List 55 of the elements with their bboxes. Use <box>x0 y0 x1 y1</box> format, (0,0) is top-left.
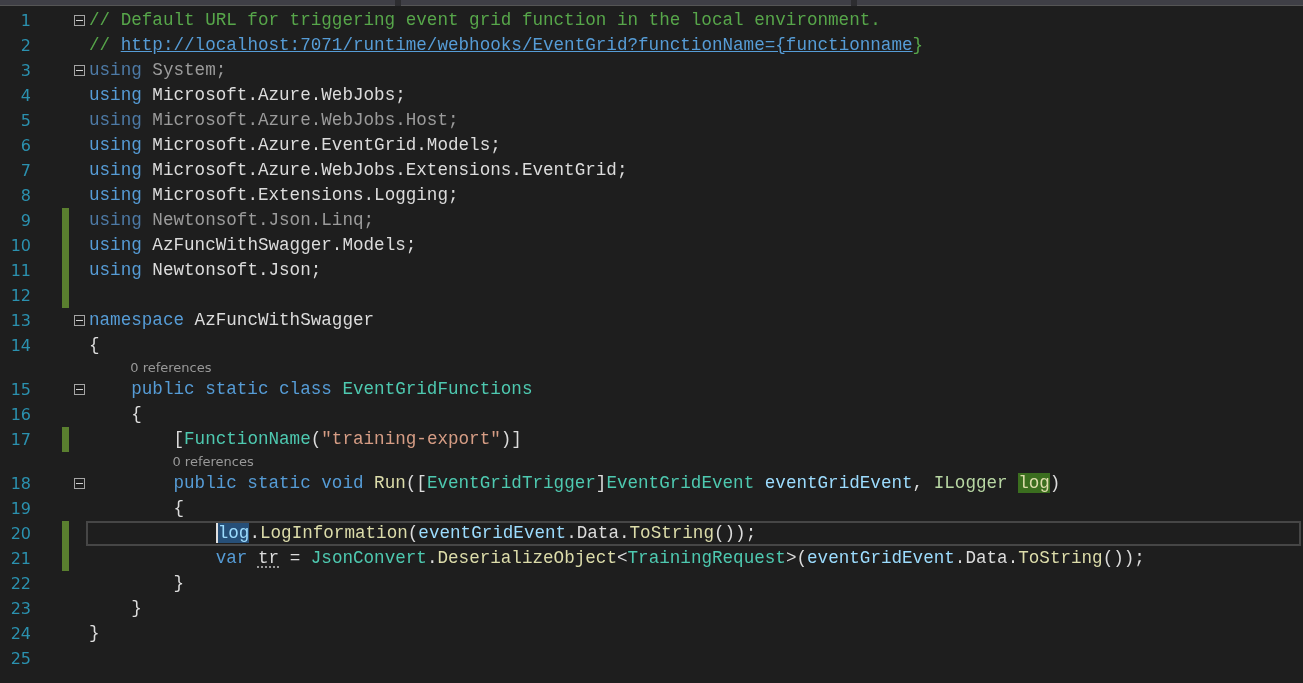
line-number: 19 <box>9 499 31 518</box>
code-line: [FunctionName("training-export")] <box>172 428 522 451</box>
line-number: 18 <box>9 474 31 493</box>
code-line: using Microsoft.Azure.EventGrid.Models; <box>88 134 501 157</box>
line-number: 22 <box>9 574 31 593</box>
code-line: public static void Run([EventGridTrigger]EventGridEvent eventGridEvent, ILogger log) <box>172 472 1061 495</box>
code-line: { <box>172 497 185 520</box>
line-number: 11 <box>9 261 31 280</box>
code-line: using Microsoft.Azure.WebJobs.Extensions.EventGrid; <box>88 159 628 182</box>
code-line: } <box>172 572 185 595</box>
line-number: 1 <box>19 11 31 30</box>
code-line: namespace AzFuncWithSwagger <box>88 309 375 332</box>
code-line: using Microsoft.Azure.WebJobs.Host; <box>88 109 459 132</box>
line-number: 6 <box>19 136 31 155</box>
code-line: // http://localhost:7071/runtime/webhooks/EventGrid?functionName={functionname} <box>88 34 924 57</box>
code-line: public static class EventGridFunctions <box>130 378 533 401</box>
line-number: 17 <box>9 430 31 449</box>
line-number: 24 <box>9 624 31 643</box>
line-number: 16 <box>9 405 31 424</box>
line-number: 21 <box>9 549 31 568</box>
line-number: 3 <box>19 61 31 80</box>
line-number: 5 <box>19 111 31 130</box>
code-lens-references[interactable]: 0 references <box>172 454 254 469</box>
line-number: 2 <box>19 36 31 55</box>
collapse-icon[interactable] <box>74 384 85 395</box>
line-number: 4 <box>19 86 31 105</box>
code-line: { <box>88 334 100 357</box>
code-line: using Newtonsoft.Json.Linq; <box>88 209 375 232</box>
url-link[interactable]: http://localhost:7071/runtime/webhooks/EventGrid?functionName={functionname <box>120 35 913 55</box>
code-line: var tr = JsonConvert.DeserializeObject<TrainingRequest>(eventGridEvent.Data.ToString()); <box>214 547 1145 570</box>
collapse-icon[interactable] <box>74 65 85 76</box>
line-number: 10 <box>9 236 31 255</box>
code-line: { <box>130 403 142 426</box>
line-number: 25 <box>9 649 31 668</box>
code-line: using Microsoft.Azure.WebJobs; <box>88 84 406 107</box>
line-number: 9 <box>19 211 31 230</box>
code-line: using Microsoft.Extensions.Logging; <box>88 184 459 207</box>
code-line: using AzFuncWithSwagger.Models; <box>88 234 417 257</box>
code-line: using System; <box>88 59 227 82</box>
code-line: } <box>88 622 100 645</box>
line-number: 8 <box>19 186 31 205</box>
line-number: 23 <box>9 599 31 618</box>
line-number: 7 <box>19 161 31 180</box>
line-number: 12 <box>9 286 31 305</box>
collapse-icon[interactable] <box>74 478 85 489</box>
code-line: using Newtonsoft.Json; <box>88 259 322 282</box>
code-lens-references[interactable]: 0 references <box>130 360 212 375</box>
code-line: } <box>130 597 142 620</box>
line-number: 15 <box>9 380 31 399</box>
collapse-icon[interactable] <box>74 315 85 326</box>
line-number: 13 <box>9 311 31 330</box>
code-line: // Default URL for triggering event grid function in the local environment. <box>88 9 881 32</box>
line-number: 14 <box>9 336 31 355</box>
collapse-icon[interactable] <box>74 15 85 26</box>
line-number: 20 <box>9 524 31 543</box>
